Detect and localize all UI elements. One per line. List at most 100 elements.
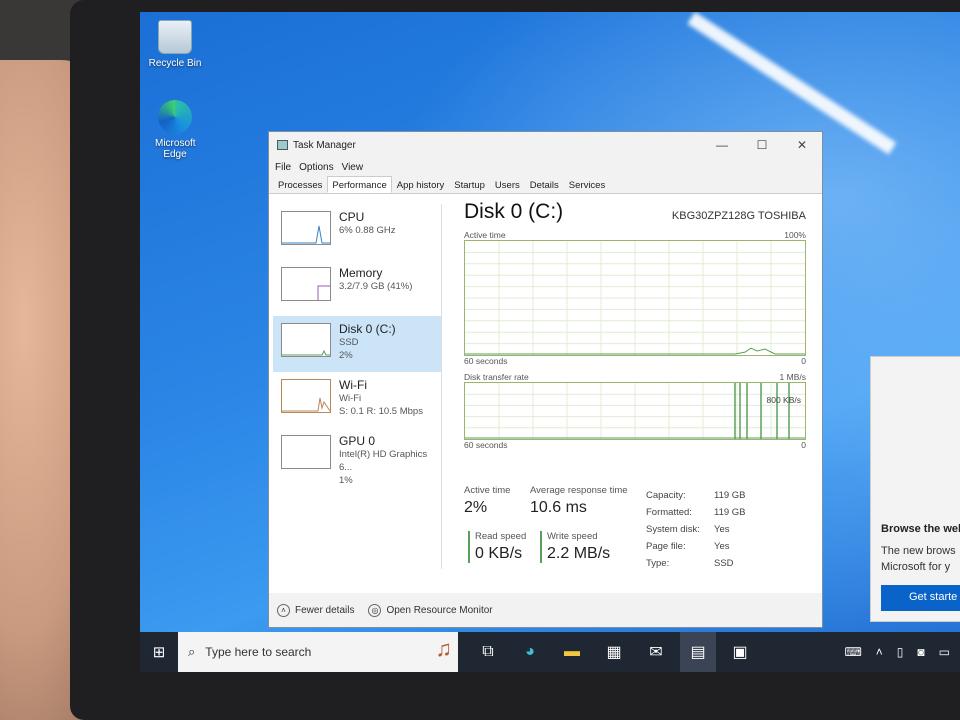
fewer-details-button[interactable]: ˄ Fewer details (277, 603, 354, 617)
stat-write-speed: Write speed 2.2 MB/s (540, 531, 610, 563)
close-button[interactable]: ✕ (782, 138, 822, 152)
stat-read-speed: Read speed 0 KB/s (468, 531, 526, 563)
active-time-graph-span: 60 seconds (464, 356, 508, 366)
task-view-button[interactable]: ⧉ (470, 632, 506, 672)
stat-label: Read speed (475, 531, 527, 542)
title-bar[interactable]: Task Manager — ☐ ✕ (269, 132, 822, 158)
sidebar-item-label: Memory (339, 266, 383, 280)
transfer-graph-canvas (465, 383, 805, 439)
open-resource-monitor-link[interactable]: ◎ Open Resource Monitor (368, 603, 493, 617)
sidebar-item-detail: Wi-Fi (339, 393, 362, 404)
stat-label: Active time (464, 485, 511, 496)
taskbar-task-manager[interactable]: ▤ (680, 632, 716, 672)
edge-icon: ◕ (525, 643, 535, 660)
menu-file[interactable]: File (275, 162, 291, 173)
mail-icon: ✉ (649, 644, 663, 661)
sidebar-item-wifi[interactable]: Wi-Fi Wi-Fi S: 0.1 R: 10.5 Mbps (273, 372, 441, 428)
tablet-icon[interactable]: ▯ (897, 645, 904, 659)
search-icon: ⌕ (188, 644, 196, 659)
active-time-graph-label: Active time (464, 230, 506, 240)
task-view-icon: ⧉ (482, 643, 494, 660)
property-value: Yes (714, 541, 730, 552)
keyboard-icon[interactable]: ⌨ (844, 645, 861, 659)
resource-monitor-icon: ◎ (368, 603, 382, 617)
taskbar-app[interactable]: ▣ (722, 632, 758, 672)
sidebar-item-gpu[interactable]: GPU 0 Intel(R) HD Graphics 6... 1% (273, 428, 441, 486)
active-time-graph-max: 100% (784, 230, 806, 240)
edge-promo-panel: Browse the wel The new brows Microsoft f… (870, 356, 960, 622)
desktop-icon-edge[interactable]: Microsoft Edge (140, 100, 210, 160)
taskbar-search[interactable]: ⌕ Type here to search ♫ (178, 632, 458, 672)
task-manager-icon (277, 140, 288, 150)
chevron-up-icon[interactable]: ˄ (876, 645, 883, 659)
stat-avg-response: Average response time 10.6 ms (530, 485, 628, 517)
disk-property-keys: Capacity: Formatted: System disk: Page f… (646, 487, 700, 572)
active-time-graph-min: 0 (801, 356, 806, 366)
property-value: 119 GB (714, 507, 746, 518)
menu-options[interactable]: Options (299, 162, 333, 173)
task-manager-icon: ▤ (690, 644, 706, 661)
property-key: System disk: (646, 524, 700, 535)
tab-startup[interactable]: Startup (449, 176, 490, 193)
get-started-button[interactable]: Get starte (881, 585, 960, 611)
tab-services[interactable]: Services (564, 176, 610, 193)
sidebar-item-detail: 3.2/7.9 GB (41%) (339, 281, 413, 292)
stat-label: Average response time (530, 485, 628, 496)
promo-text-line: The new brows (881, 545, 956, 557)
sidebar-item-detail: 2% (339, 350, 353, 361)
taskbar-mail[interactable]: ✉ (638, 632, 674, 672)
menu-view[interactable]: View (342, 162, 364, 173)
sidebar-item-detail: SSD (339, 337, 359, 348)
desktop-icon-recycle-bin[interactable]: Recycle Bin (140, 20, 210, 69)
sidebar-item-label: Wi-Fi (339, 378, 367, 392)
desktop-icon-label: Recycle Bin (148, 58, 202, 69)
sidebar-item-detail: S: 0.1 R: 10.5 Mbps (339, 406, 423, 417)
taskbar-file-explorer[interactable]: ▬ (554, 632, 590, 672)
transfer-graph-header: Disk transfer rate 1 MB/s (464, 372, 806, 382)
active-time-graph-canvas (465, 241, 805, 355)
sidebar-item-memory[interactable]: Memory 3.2/7.9 GB (41%) (273, 260, 441, 316)
memory-thumbnail-graph (281, 267, 331, 301)
property-key: Capacity: (646, 490, 686, 501)
webcam-icon[interactable]: ◙ (917, 645, 924, 659)
tab-users[interactable]: Users (490, 176, 525, 193)
transfer-graph-min: 0 (801, 440, 806, 450)
property-key: Formatted: (646, 507, 692, 518)
start-button[interactable]: ⊞ (140, 643, 178, 661)
taskbar-store[interactable]: ▦ (596, 632, 632, 672)
app-icon: ▣ (732, 644, 748, 661)
system-tray: ⌨ ˄ ▯ ◙ ▭ (844, 645, 960, 659)
maximize-button[interactable]: ☐ (742, 138, 782, 152)
property-key: Type: (646, 558, 670, 569)
transfer-graph-marker: 800 KB/s (766, 395, 802, 405)
promo-text-line: Microsoft for y (881, 561, 951, 573)
tab-processes[interactable]: Processes (273, 176, 327, 193)
resource-list: CPU 6% 0.88 GHz Memory 3.2/7.9 GB (41%) (273, 204, 441, 486)
stat-value: 2.2 MB/s (547, 545, 611, 562)
disk-property-values: 119 GB 119 GB Yes Yes SSD (714, 487, 746, 572)
transfer-rate-graph: 800 KB/s (464, 382, 806, 440)
tab-details[interactable]: Details (525, 176, 564, 193)
stat-value: 2% (464, 499, 488, 516)
stat-active-time: Active time 2% (464, 485, 510, 517)
active-time-graph-footer: 60 seconds 0 (464, 356, 806, 366)
tab-app-history[interactable]: App history (392, 176, 450, 193)
stat-value: 10.6 ms (530, 499, 587, 516)
taskbar-edge[interactable]: ◕ (512, 632, 548, 672)
chevron-up-icon: ˄ (277, 603, 290, 617)
sidebar-item-label: Disk 0 (C:) (339, 322, 396, 336)
gpu-thumbnail-graph (281, 435, 331, 469)
windows-icon: ⊞ (152, 644, 166, 661)
tab-performance[interactable]: Performance (327, 176, 392, 193)
sidebar-item-detail: Intel(R) HD Graphics 6... (339, 449, 428, 473)
search-highlight-icon: ♫ (435, 636, 453, 661)
sidebar-item-disk[interactable]: Disk 0 (C:) SSD 2% (273, 316, 441, 372)
resource-monitor-label: Open Resource Monitor (386, 604, 493, 616)
sidebar-item-detail: 6% 0.88 GHz (339, 225, 396, 236)
transfer-graph-max: 1 MB/s (779, 372, 806, 382)
store-icon: ▦ (606, 644, 622, 661)
battery-icon[interactable]: ▭ (939, 645, 950, 659)
sidebar-item-cpu[interactable]: CPU 6% 0.88 GHz (273, 204, 441, 260)
promo-text: The new brows Microsoft for y (881, 543, 956, 575)
minimize-button[interactable]: — (702, 138, 742, 152)
